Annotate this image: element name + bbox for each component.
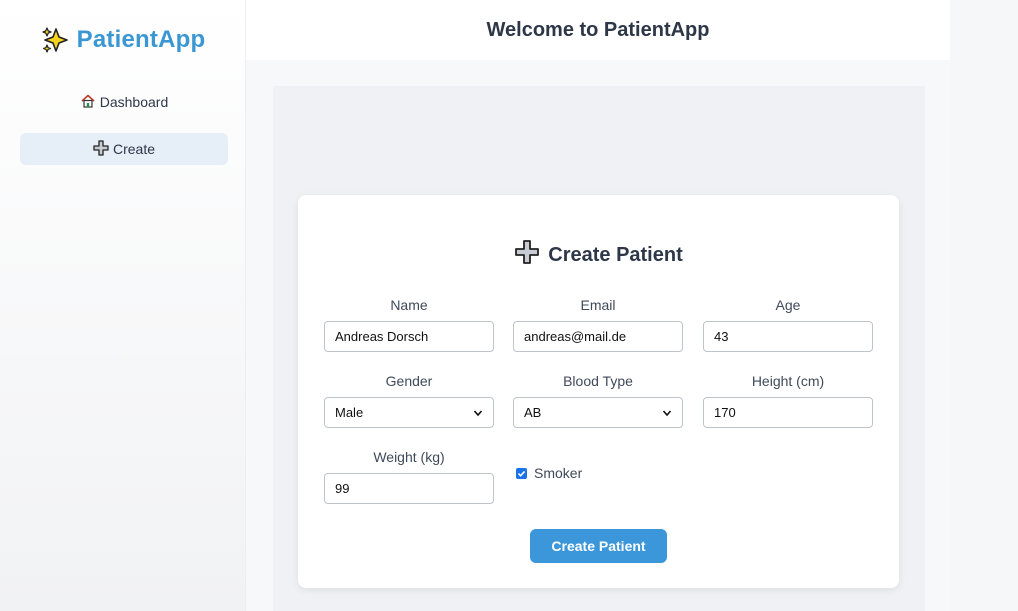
- sidebar-item-dashboard[interactable]: Dashboard: [20, 86, 228, 118]
- sidebar-item-label: Create: [112, 141, 156, 157]
- check-icon: [517, 470, 526, 477]
- email-label: Email: [580, 297, 616, 313]
- name-input[interactable]: Andreas Dorsch: [324, 321, 494, 352]
- form-title: Create Patient: [298, 239, 899, 271]
- blood-type-field-group: Blood Type AB: [513, 372, 683, 428]
- house-icon: [80, 93, 96, 112]
- blood-type-value: AB: [524, 405, 542, 420]
- email-input[interactable]: andreas@mail.de: [513, 321, 683, 352]
- weight-input[interactable]: 99: [324, 473, 494, 504]
- form-title-text: Create Patient: [548, 243, 683, 266]
- email-value: andreas@mail.de: [524, 329, 627, 344]
- smoker-option: Smoker: [516, 465, 582, 481]
- name-field-group: Name Andreas Dorsch: [324, 296, 494, 352]
- plus-icon: [93, 139, 109, 159]
- sidebar: PatientApp Dashboard Create: [0, 0, 246, 611]
- age-value: 43: [714, 329, 729, 344]
- brand-title: PatientApp: [76, 26, 206, 53]
- create-patient-card: Create Patient Name Andreas Dorsch Email…: [298, 195, 899, 588]
- age-field-group: Age 43: [703, 296, 873, 352]
- gender-field-group: Gender Male: [324, 372, 494, 428]
- email-field-group: Email andreas@mail.de: [513, 296, 683, 352]
- blood-type-select[interactable]: AB: [513, 397, 683, 428]
- age-label: Age: [775, 297, 801, 313]
- gender-select[interactable]: Male: [324, 397, 494, 428]
- height-input[interactable]: 170: [703, 397, 873, 428]
- name-value: Andreas Dorsch: [335, 329, 429, 344]
- page-header: Welcome to PatientApp: [246, 0, 950, 60]
- smoker-label: Smoker: [534, 465, 583, 481]
- blood-type-label: Blood Type: [563, 373, 633, 389]
- weight-value: 99: [335, 481, 350, 496]
- brand: PatientApp: [0, 26, 246, 54]
- gender-label: Gender: [385, 373, 433, 389]
- height-value: 170: [714, 405, 736, 420]
- name-label: Name: [390, 297, 428, 313]
- chevron-down-icon: [473, 409, 483, 416]
- plus-icon: [514, 239, 540, 271]
- right-margin: [950, 0, 1018, 611]
- gender-value: Male: [335, 405, 364, 420]
- create-patient-button[interactable]: Create Patient: [530, 529, 667, 563]
- sidebar-item-create[interactable]: Create: [20, 133, 228, 165]
- sidebar-item-label: Dashboard: [99, 94, 169, 110]
- weight-label: Weight (kg): [373, 449, 445, 465]
- smoker-checkbox[interactable]: [516, 467, 527, 479]
- age-input[interactable]: 43: [703, 321, 873, 352]
- sparkles-icon: [41, 26, 69, 54]
- page-title: Welcome to PatientApp: [486, 18, 710, 41]
- height-field-group: Height (cm) 170: [703, 372, 873, 428]
- weight-field-group: Weight (kg) 99: [324, 448, 494, 504]
- chevron-down-icon: [662, 409, 672, 416]
- height-label: Height (cm): [751, 373, 825, 389]
